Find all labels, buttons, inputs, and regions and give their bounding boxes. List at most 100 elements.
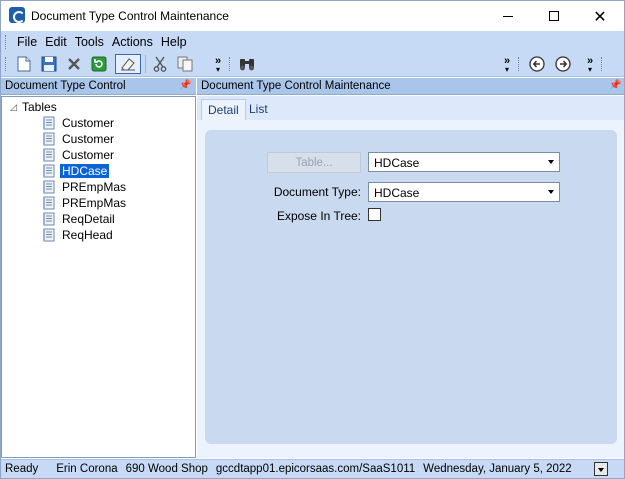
- binoculars-icon: [240, 59, 254, 71]
- maximize-button[interactable]: [531, 1, 577, 31]
- table-combo-value: HDCase: [374, 156, 420, 170]
- toolbar-grip[interactable]: [5, 57, 8, 71]
- toolbar-grip[interactable]: [229, 57, 232, 71]
- tree-item-label: PREmpMas: [62, 180, 127, 194]
- save-button[interactable]: [38, 54, 60, 74]
- expose-in-tree-label: Expose In Tree:: [276, 209, 361, 223]
- menu-file[interactable]: File: [13, 33, 41, 51]
- refresh-button[interactable]: [88, 54, 110, 74]
- detail-panel-title: Document Type Control Maintenance: [201, 80, 391, 92]
- pin-icon[interactable]: 📌: [179, 80, 191, 91]
- nav-grip[interactable]: [601, 57, 604, 71]
- copy-button[interactable]: [174, 54, 196, 74]
- toolbar: » ▾ » ▾ » ▾: [1, 52, 624, 76]
- tree-item-label: ReqHead: [62, 228, 113, 242]
- refresh-icon: [91, 56, 107, 72]
- search-button[interactable]: [236, 54, 258, 74]
- delete-icon: [68, 58, 80, 70]
- document-type-label: Document Type:: [273, 185, 361, 199]
- menu-tools[interactable]: Tools: [71, 33, 108, 51]
- nav-overflow-arrow-icon[interactable]: ▾: [505, 66, 509, 74]
- dropdown-arrow-icon[interactable]: [548, 160, 554, 164]
- toolbar-overflow-chevron-icon[interactable]: »: [215, 56, 221, 67]
- table-document-icon: [43, 164, 55, 178]
- epicor-e-icon: [9, 7, 25, 23]
- window-title: Document Type Control Maintenance: [31, 9, 229, 23]
- new-button[interactable]: [13, 54, 35, 74]
- document-type-combo[interactable]: HDCase: [368, 182, 560, 202]
- nav-grip[interactable]: [518, 57, 521, 71]
- tree-item-label: Customer: [62, 148, 115, 162]
- expose-in-tree-checkbox[interactable]: [368, 208, 381, 221]
- nav-overflow-chevron-icon[interactable]: »: [587, 56, 593, 67]
- status-server: gccdtapp01.epicorsaas.com/SaaS1011: [215, 463, 416, 475]
- tree-view[interactable]: ◿ Tables Customer Customer Customer HDCase P…: [1, 96, 196, 458]
- tree-root-label: Tables: [22, 100, 57, 114]
- nav-overflow-chevron-icon[interactable]: »: [504, 56, 510, 67]
- app-window: Document Type Control Maintenance ✕ File…: [0, 0, 625, 479]
- tree-root-node[interactable]: ◿ Tables: [10, 100, 57, 114]
- forward-icon: [555, 56, 571, 72]
- dropdown-arrow-icon[interactable]: [548, 190, 554, 194]
- nav-overflow-arrow-icon[interactable]: ▾: [588, 66, 592, 74]
- menu-actions[interactable]: Actions: [108, 33, 157, 51]
- tree-item[interactable]: ReqDetail: [42, 211, 117, 227]
- save-icon: [41, 56, 57, 72]
- tab-list[interactable]: List: [243, 99, 274, 120]
- tree-item-label: ReqDetail: [62, 212, 115, 226]
- status-bar: Ready Erin Corona 690 Wood Shop gccdtapp…: [1, 459, 624, 478]
- status-dropdown-button[interactable]: [594, 462, 608, 476]
- minimize-icon: [503, 15, 513, 17]
- toolbar-overflow-arrow-icon[interactable]: ▾: [216, 66, 220, 74]
- table-button[interactable]: Table...: [267, 152, 361, 173]
- minimize-button[interactable]: [485, 1, 531, 31]
- table-document-icon: [43, 148, 55, 162]
- tree-panel-title: Document Type Control: [5, 80, 126, 92]
- tree-item[interactable]: PREmpMas: [42, 179, 128, 195]
- menu-help[interactable]: Help: [157, 33, 191, 51]
- detail-panel-header: Document Type Control Maintenance 📌: [197, 78, 624, 95]
- tab-detail[interactable]: Detail: [201, 99, 246, 120]
- title-bar: Document Type Control Maintenance ✕: [1, 1, 624, 31]
- command-band: File Edit Tools Actions Help » ▾ » ▾ » ▾: [1, 31, 624, 77]
- table-combo[interactable]: HDCase: [368, 152, 560, 172]
- expand-collapse-icon[interactable]: ◿: [10, 102, 22, 113]
- tree-item[interactable]: Customer: [42, 115, 116, 131]
- pin-icon[interactable]: 📌: [609, 80, 621, 91]
- close-icon: ✕: [593, 6, 607, 26]
- tab-strip: Detail List: [197, 96, 624, 120]
- tree-item-label: Customer: [62, 116, 115, 130]
- tree-item[interactable]: PREmpMas: [42, 195, 128, 211]
- table-document-icon: [43, 116, 55, 130]
- table-document-icon: [43, 212, 55, 226]
- tree-item[interactable]: HDCase: [42, 163, 110, 179]
- close-button[interactable]: ✕: [577, 1, 623, 31]
- tree-panel-header: Document Type Control 📌: [1, 78, 196, 95]
- cut-icon: [153, 56, 167, 72]
- tree-item-label: PREmpMas: [62, 196, 127, 210]
- tree-item[interactable]: ReqHead: [42, 227, 115, 243]
- maximize-icon: [549, 11, 559, 21]
- status-date: Wednesday, January 5, 2022: [423, 463, 572, 475]
- toolbar-separator: [145, 55, 146, 73]
- menu-edit[interactable]: Edit: [41, 33, 71, 51]
- document-type-value: HDCase: [374, 186, 420, 200]
- table-document-icon: [43, 196, 55, 210]
- cut-button[interactable]: [149, 54, 171, 74]
- delete-button[interactable]: [63, 54, 85, 74]
- detail-panel: Detail List Table... HDCase Document Typ…: [197, 96, 624, 458]
- tree-item[interactable]: Customer: [42, 147, 116, 163]
- menu-bar: File Edit Tools Actions Help: [1, 33, 191, 51]
- tree-item[interactable]: Customer: [42, 131, 116, 147]
- tree-item-label: HDCase: [60, 164, 110, 178]
- table-document-icon: [43, 132, 55, 146]
- copy-icon: [177, 56, 193, 72]
- forward-button[interactable]: [552, 54, 574, 74]
- status-state: Ready: [5, 463, 39, 475]
- new-icon: [17, 56, 31, 72]
- clear-icon: [121, 58, 135, 71]
- back-button[interactable]: [526, 54, 548, 74]
- back-icon: [529, 56, 545, 72]
- status-company: 690 Wood Shop: [125, 463, 208, 475]
- clear-button[interactable]: [115, 54, 141, 74]
